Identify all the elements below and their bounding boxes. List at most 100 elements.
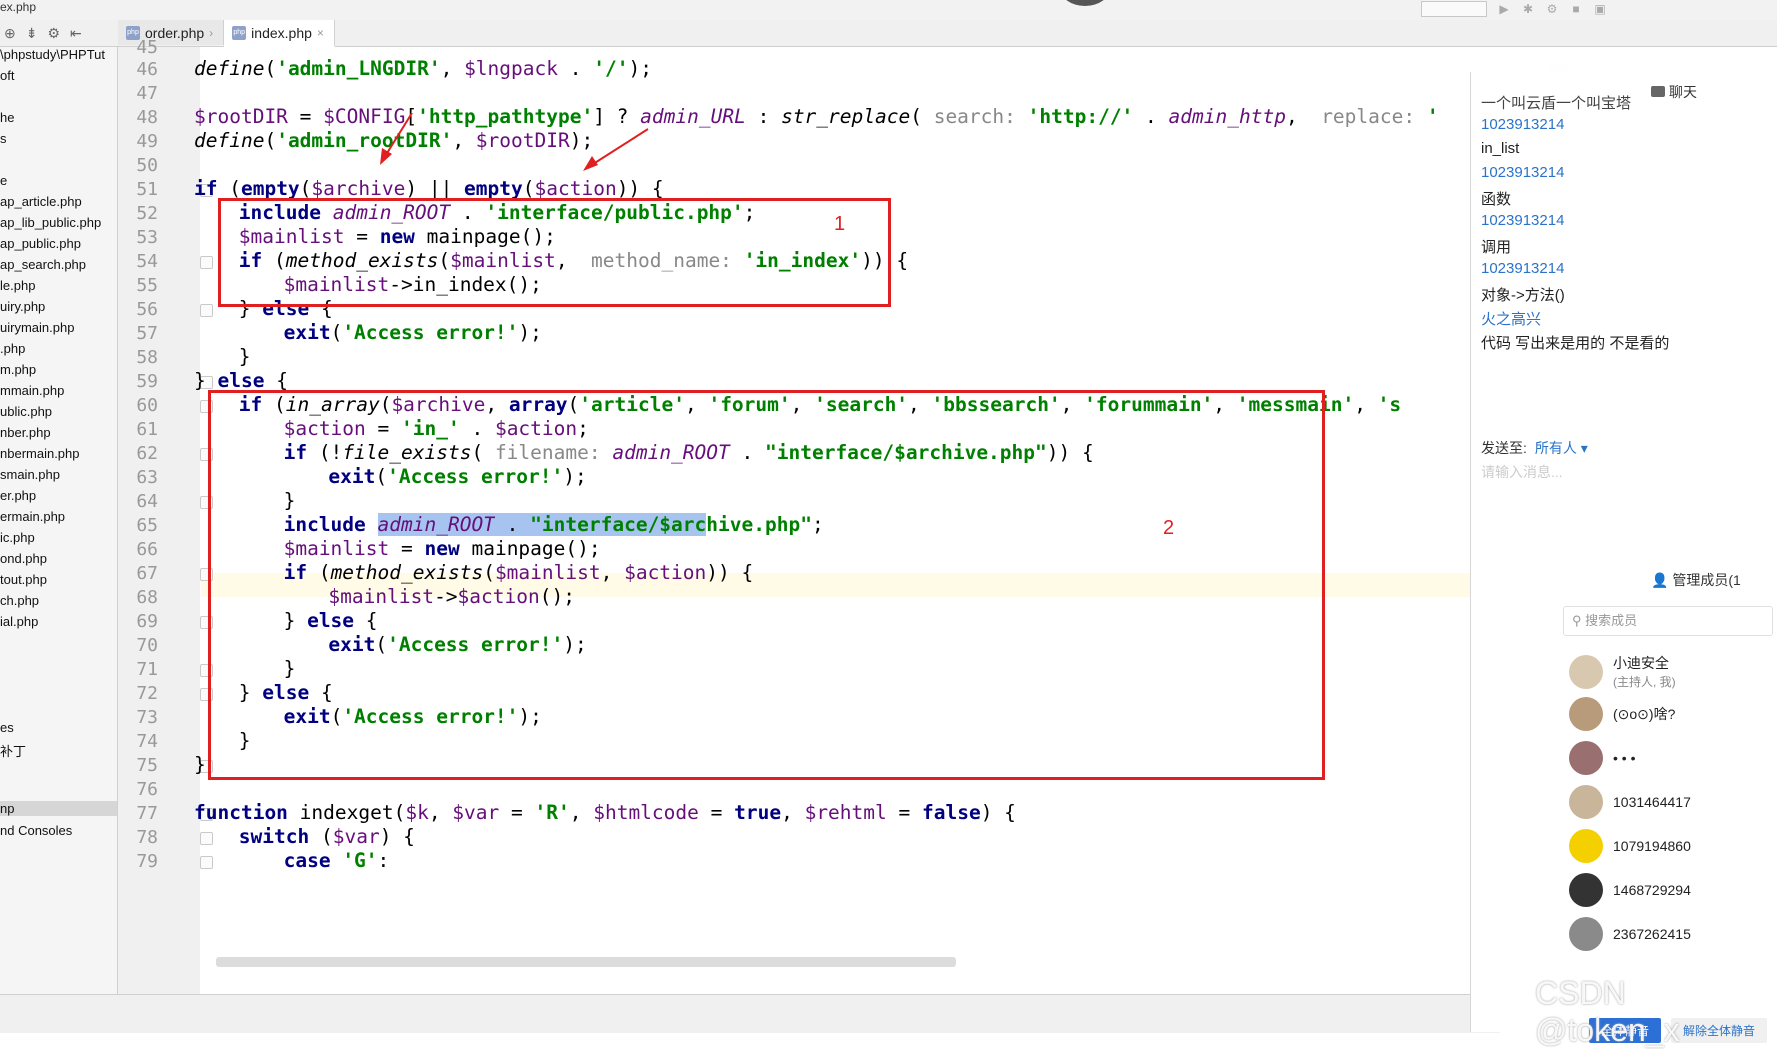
line-number: 64 (136, 491, 158, 512)
code-token: 'http_pathtype' (417, 105, 594, 128)
tool-icon[interactable]: ▣ (1593, 2, 1607, 16)
chat-title: 聊天 (1651, 82, 1697, 102)
member-item[interactable]: • • • (1569, 741, 1635, 775)
chat-sender[interactable]: 1023913214 (1481, 116, 1564, 133)
line-number: 66 (136, 539, 158, 560)
project-tree-item[interactable]: nbermain.php (0, 446, 80, 461)
coverage-icon[interactable]: ⚙ (1545, 2, 1559, 16)
project-tree-item[interactable]: ap_public.php (0, 236, 81, 251)
project-tree-item[interactable]: e (0, 173, 7, 188)
project-tree-item[interactable]: 补丁 (0, 741, 26, 760)
line-number: 68 (136, 587, 158, 608)
stop-icon[interactable]: ■ (1569, 2, 1583, 16)
chat-message: in_list (1481, 140, 1520, 157)
project-tree-item[interactable]: ial.php (0, 614, 38, 629)
send-to-target: 所有人 (1534, 440, 1577, 456)
code-token: ' (1415, 105, 1439, 128)
fold-marker[interactable] (200, 856, 213, 869)
member-item[interactable]: 1031464417 (1569, 785, 1691, 819)
project-tree-item[interactable]: he (0, 110, 14, 125)
close-icon[interactable]: › (209, 26, 213, 40)
horizontal-scrollbar[interactable] (216, 957, 956, 967)
project-tree-item[interactable]: le.php (0, 278, 35, 293)
project-tree-item[interactable]: ap_lib_public.php (0, 215, 101, 230)
code-token: '/' (593, 57, 629, 80)
member-item[interactable]: (⊙o⊙)啥? (1569, 697, 1675, 731)
project-tree-item[interactable]: m.php (0, 362, 36, 377)
php-file-icon: php (232, 25, 247, 40)
send-to-dropdown[interactable]: 所有人 ▾ (1535, 440, 1588, 456)
hide-icon[interactable]: ⇤ (70, 25, 82, 42)
project-tree-item[interactable]: ap_article.php (0, 194, 82, 209)
member-search-placeholder: 搜索成员 (1585, 613, 1638, 628)
project-tree-consoles[interactable]: nd Consoles (0, 823, 72, 838)
code-token: )) { (616, 177, 664, 200)
run-config-dropdown[interactable] (1421, 1, 1487, 17)
code-token: search: (933, 105, 1016, 128)
member-search-input[interactable]: ⚲ 搜索成员 (1563, 606, 1773, 636)
collapse-icon[interactable]: ⇟ (26, 25, 38, 42)
chat-sender[interactable]: 1023913214 (1481, 212, 1564, 229)
project-tree-item[interactable]: s (0, 131, 7, 146)
fold-marker[interactable] (200, 256, 213, 269)
chat-sender[interactable]: 1023913214 (1481, 164, 1564, 181)
code-token: , (428, 801, 453, 824)
code-token: , (440, 57, 465, 80)
project-tree-item[interactable]: nber.php (0, 425, 51, 440)
code-token: ( (330, 321, 343, 344)
code-token: , (569, 801, 594, 824)
line-number: 57 (136, 323, 158, 344)
project-tree-item[interactable]: mmain.php (0, 383, 64, 398)
debug-icon[interactable]: ✱ (1521, 2, 1535, 16)
project-tree-item[interactable]: ermain.php (0, 509, 65, 524)
member-name: (⊙o⊙)啥? (1613, 706, 1676, 722)
project-tree-item[interactable]: es (0, 720, 14, 735)
member-item[interactable]: 2367262415 (1569, 917, 1691, 951)
chat-sender[interactable]: 火之高兴 (1481, 308, 1541, 329)
project-tree-item[interactable]: uirymain.php (0, 320, 74, 335)
member-item[interactable]: 小迪安全 (主持人, 我) (1569, 653, 1676, 690)
project-tree-item[interactable]: ch.php (0, 593, 39, 608)
code-token: , (452, 129, 476, 152)
code-token: 'http://' (1027, 105, 1134, 128)
line-number: 79 (136, 851, 158, 872)
project-tree-item[interactable]: ap_search.php (0, 257, 86, 272)
line-number: 78 (136, 827, 158, 848)
project-tree-item[interactable]: \phpstudy\PHPTut (0, 47, 105, 62)
chat-input[interactable]: 请输入消息... (1481, 462, 1563, 482)
line-number: 67 (136, 563, 158, 584)
chat-icon (1651, 86, 1665, 97)
member-item[interactable]: 1468729294 (1569, 873, 1691, 907)
code-token: ( (522, 177, 535, 200)
code-token: 'R' (534, 801, 570, 824)
member-item[interactable]: 1079194860 (1569, 829, 1691, 863)
line-number: 77 (136, 803, 158, 824)
project-tree-item[interactable]: oft (0, 68, 14, 83)
member-name: 1468729294 (1613, 882, 1691, 898)
project-tree-item[interactable]: smain.php (0, 467, 60, 482)
project-tree-item[interactable]: ond.php (0, 551, 47, 566)
fold-marker[interactable] (200, 832, 213, 845)
project-tree-item[interactable]: er.php (0, 488, 36, 503)
code-token: $lngpack (464, 57, 558, 80)
project-tree-item[interactable]: uiry.php (0, 299, 45, 314)
project-tree-item[interactable]: ublic.php (0, 404, 52, 419)
code-token: 'admin_rootDIR' (276, 129, 453, 152)
person-icon: 👤 (1651, 572, 1669, 588)
project-tree-item[interactable]: .php (0, 341, 25, 356)
project-tree: \phpstudy\PHPTut oft he s e ap_article.php ap_… (0, 47, 118, 1032)
project-tree-item[interactable]: ic.php (0, 530, 35, 545)
code-token: = (698, 801, 735, 824)
project-tree-item[interactable]: tout.php (0, 572, 47, 587)
locate-icon[interactable]: ⊕ (4, 25, 16, 42)
chat-sender[interactable]: 1023913214 (1481, 260, 1564, 277)
fold-marker[interactable] (200, 304, 213, 317)
close-icon[interactable]: × (317, 26, 324, 40)
settings-icon[interactable]: ⚙ (47, 25, 60, 42)
chat-message: 调用 (1481, 239, 1512, 256)
run-icon[interactable]: ▶ (1497, 2, 1511, 16)
line-number: 62 (136, 443, 158, 464)
project-tree-item-selected[interactable]: np (0, 801, 117, 816)
tab-index-php[interactable]: php index.php × (224, 20, 335, 47)
